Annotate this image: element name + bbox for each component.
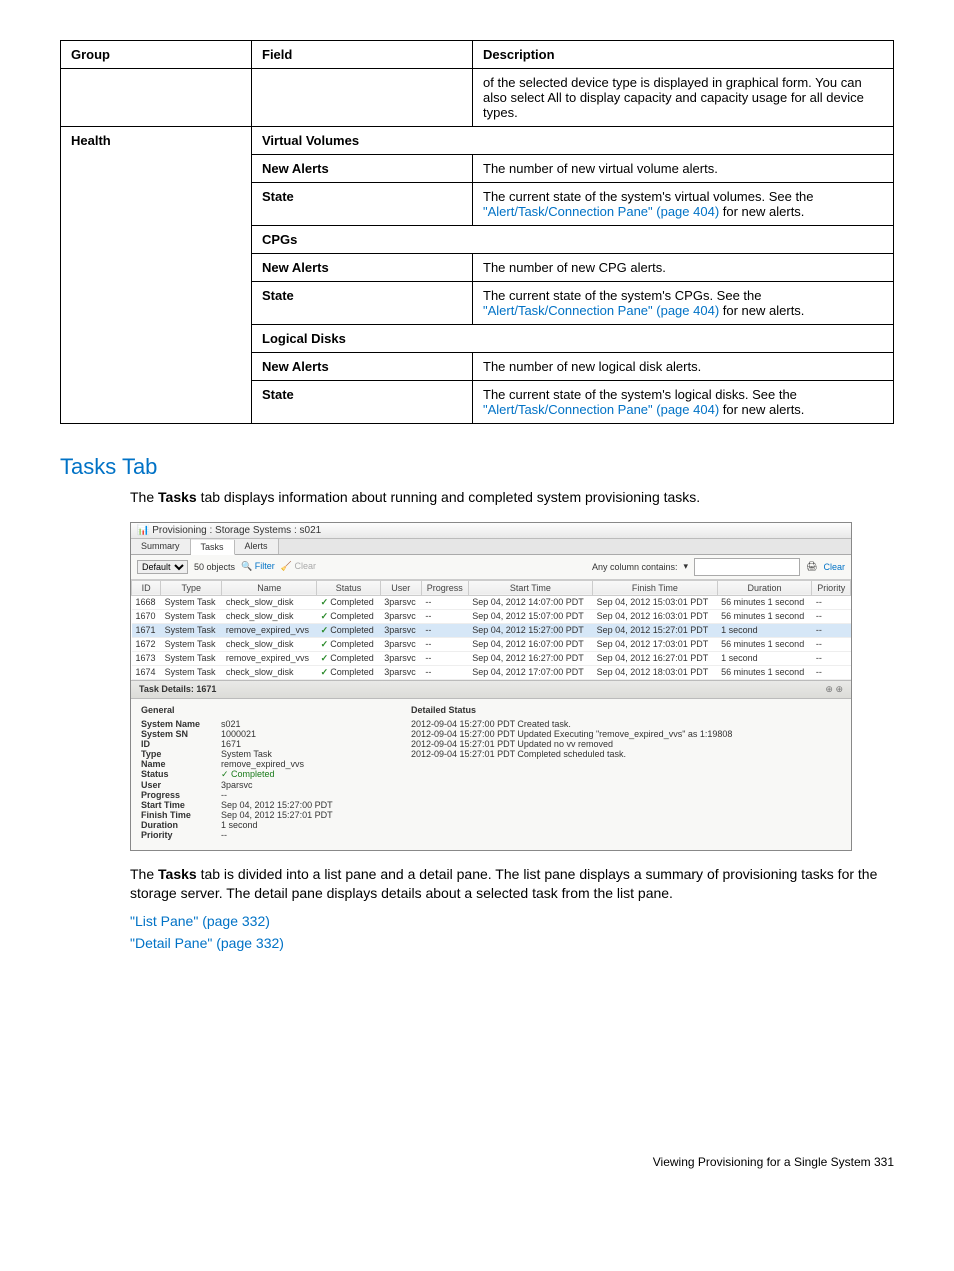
object-count: 50 objects <box>194 562 235 572</box>
any-column-label: Any column contains: <box>592 562 678 572</box>
alert-task-link[interactable]: "Alert/Task/Connection Pane" (page 404) <box>483 204 719 219</box>
alert-task-link[interactable]: "Alert/Task/Connection Pane" (page 404) <box>483 402 719 417</box>
status-line: 2012-09-04 15:27:01 PDT Updated no vv re… <box>411 739 841 749</box>
col-header[interactable]: Start Time <box>468 580 592 595</box>
col-header[interactable]: Progress <box>421 580 468 595</box>
status-line: 2012-09-04 15:27:00 PDT Updated Executin… <box>411 729 841 739</box>
clear-filter-link[interactable]: 🧹 Clear <box>281 561 316 572</box>
list-pane-link[interactable]: "List Pane" (page 332) <box>130 913 270 929</box>
detail-row: System SN1000021 <box>141 729 381 739</box>
status-line: 2012-09-04 15:27:00 PDT Created task. <box>411 719 841 729</box>
col-header[interactable]: Priority <box>812 580 851 595</box>
col-header[interactable]: User <box>380 580 421 595</box>
tab-alerts[interactable]: Alerts <box>235 539 279 554</box>
detail-row: Progress-- <box>141 790 381 800</box>
col-header[interactable]: Status <box>317 580 381 595</box>
col-header[interactable]: Finish Time <box>593 580 717 595</box>
task-row[interactable]: 1674System Taskcheck_slow_disk✓Completed… <box>132 665 851 679</box>
table-row: of the selected device type is displayed… <box>61 69 894 127</box>
table-row: Health Virtual Volumes <box>61 127 894 155</box>
collapse-expand-icons[interactable]: ⊕ ⊕ <box>825 684 843 695</box>
window-title: 📊 Provisioning : Storage Systems : s021 <box>131 523 851 539</box>
detail-row: Priority-- <box>141 830 381 840</box>
tab-summary[interactable]: Summary <box>131 539 191 554</box>
filter-input[interactable] <box>694 558 800 576</box>
general-panel: General System Names021System SN1000021I… <box>141 705 381 840</box>
task-row[interactable]: 1670System Taskcheck_slow_disk✓Completed… <box>132 609 851 623</box>
tab-bar: Summary Tasks Alerts <box>131 539 851 555</box>
tasks-grid[interactable]: IDTypeNameStatusUserProgressStart TimeFi… <box>131 580 851 680</box>
section-heading: Tasks Tab <box>60 454 894 480</box>
print-icon[interactable]: 🖨 <box>806 561 817 572</box>
detail-row: System Names021 <box>141 719 381 729</box>
detail-pane-link[interactable]: "Detail Pane" (page 332) <box>130 935 284 951</box>
task-row[interactable]: 1671System Taskremove_expired_vvs✓Comple… <box>132 623 851 637</box>
tasks-tab-screenshot: 📊 Provisioning : Storage Systems : s021 … <box>130 522 852 851</box>
col-header[interactable]: Name <box>222 580 317 595</box>
col-header[interactable]: Type <box>161 580 222 595</box>
col-group: Group <box>61 41 252 69</box>
intro-paragraph: The Tasks tab displays information about… <box>130 488 894 508</box>
task-row[interactable]: 1668System Taskcheck_slow_disk✓Completed… <box>132 595 851 609</box>
page-footer: Viewing Provisioning for a Single System… <box>60 1155 894 1169</box>
alert-task-link[interactable]: "Alert/Task/Connection Pane" (page 404) <box>483 303 719 318</box>
detail-row: Start TimeSep 04, 2012 15:27:00 PDT <box>141 800 381 810</box>
detail-row: TypeSystem Task <box>141 749 381 759</box>
col-description: Description <box>473 41 894 69</box>
detailed-status-panel: Detailed Status 2012-09-04 15:27:00 PDT … <box>411 705 841 840</box>
task-details-header: Task Details: 1671 ⊕ ⊕ <box>131 680 851 699</box>
detail-row: Finish TimeSep 04, 2012 15:27:01 PDT <box>141 810 381 820</box>
col-field: Field <box>252 41 473 69</box>
detail-row: Nameremove_expired_vvs <box>141 759 381 769</box>
filter-link[interactable]: 🔍 Filter <box>241 561 275 572</box>
filter-toolbar: Default 50 objects 🔍 Filter 🧹 Clear Any … <box>131 555 851 580</box>
view-select[interactable]: Default <box>137 560 188 574</box>
task-row[interactable]: 1672System Taskcheck_slow_disk✓Completed… <box>132 637 851 651</box>
col-header[interactable]: Duration <box>717 580 812 595</box>
detail-row: Duration1 second <box>141 820 381 830</box>
doc-reference-table: Group Field Description of the selected … <box>60 40 894 424</box>
tab-tasks[interactable]: Tasks <box>191 540 235 555</box>
clear-link[interactable]: Clear <box>823 562 845 572</box>
para-2: The Tasks tab is divided into a list pan… <box>130 865 894 904</box>
col-header[interactable]: ID <box>132 580 161 595</box>
detail-row: Status✓ Completed <box>141 769 381 780</box>
dropdown-icon[interactable]: ▾ <box>684 561 689 572</box>
detail-row: User3parsvc <box>141 780 381 790</box>
task-row[interactable]: 1673System Taskremove_expired_vvs✓Comple… <box>132 651 851 665</box>
status-line: 2012-09-04 15:27:01 PDT Completed schedu… <box>411 749 841 759</box>
detail-row: ID1671 <box>141 739 381 749</box>
